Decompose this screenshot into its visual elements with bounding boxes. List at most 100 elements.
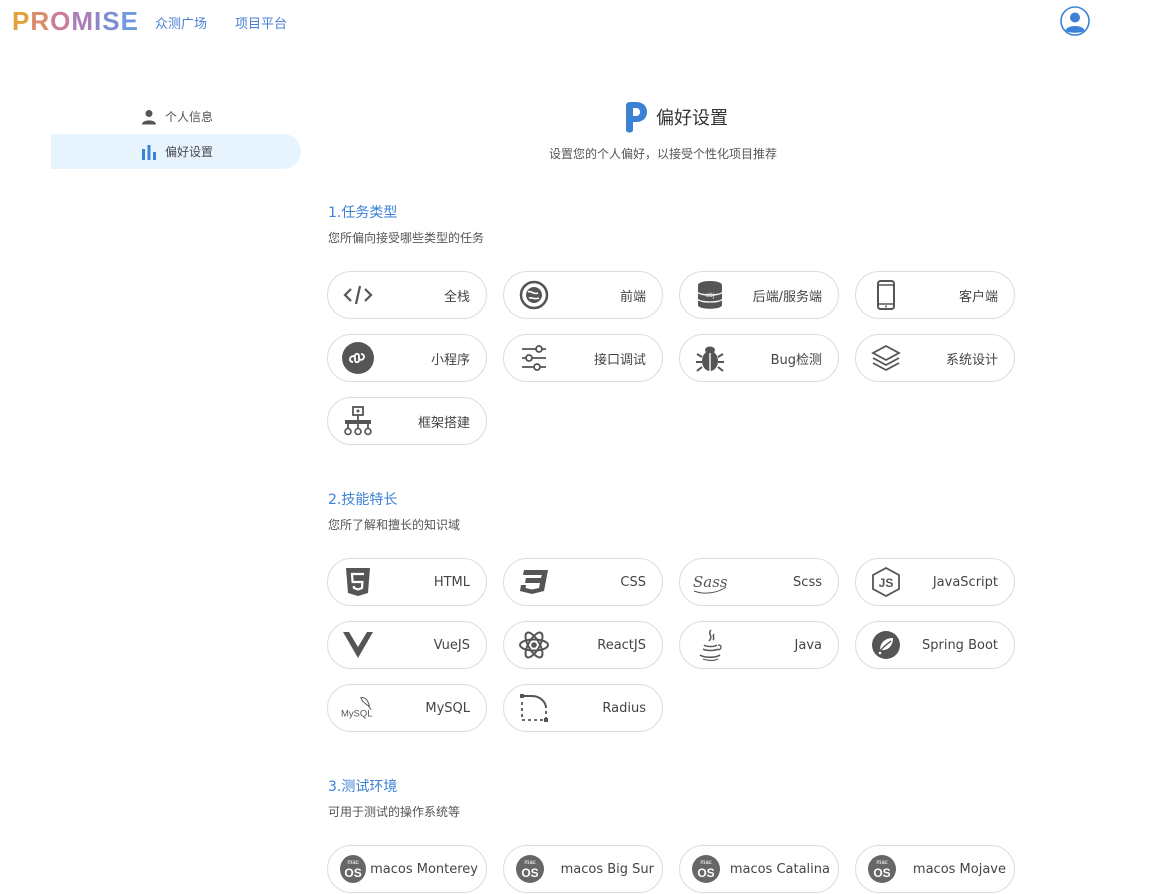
page-title: 偏好设置	[624, 100, 728, 134]
chip-javascript[interactable]: JS JavaScript	[855, 558, 1015, 606]
chip-label: Java	[794, 637, 822, 653]
chip-label: 系统设计	[945, 352, 998, 368]
bar-chart-icon	[140, 143, 158, 161]
logo-letter: S	[102, 6, 121, 36]
mysql-icon: MySQL	[340, 690, 376, 726]
nav-crowdtest-square[interactable]: 众测广场	[155, 13, 207, 32]
chip-label: macos Mojave	[912, 861, 1006, 877]
chip-system-design[interactable]: 系统设计	[855, 334, 1015, 382]
macos-icon: mac OS	[692, 855, 720, 883]
section-desc-test-env: 可用于测试的操作系统等	[328, 805, 461, 819]
page-subtitle: 设置您的个人偏好，以接受个性化项目推荐	[549, 147, 778, 161]
chip-label: CSS	[620, 574, 646, 590]
chip-framework[interactable]: 框架搭建	[327, 397, 487, 445]
chip-label: 框架搭建	[417, 415, 470, 431]
logo-letter: E	[120, 6, 139, 36]
react-icon	[516, 627, 552, 663]
chip-fullstack[interactable]: 全栈	[327, 271, 487, 319]
svg-text:Sass: Sass	[693, 573, 728, 591]
chip-client[interactable]: 客户端	[855, 271, 1015, 319]
sidebar-item-preferences[interactable]: 偏好设置	[51, 134, 301, 169]
person-icon	[140, 108, 158, 126]
sidebar-item-label: 偏好设置	[165, 145, 214, 159]
layers-icon	[868, 340, 904, 376]
section-title-task-type: 1.任务类型	[328, 205, 398, 221]
svg-text:MySQL: MySQL	[341, 709, 373, 720]
logo-letter: I	[94, 6, 103, 36]
p-brand-icon	[624, 101, 648, 133]
chip-mini-program[interactable]: 小程序	[327, 334, 487, 382]
chip-spring-boot[interactable]: Spring Boot	[855, 621, 1015, 669]
macos-icon: mac OS	[516, 855, 544, 883]
user-avatar-icon[interactable]	[1060, 6, 1090, 36]
logo-letter: M	[71, 6, 95, 36]
nav-project-platform[interactable]: 项目平台	[235, 13, 287, 32]
macos-icon: mac OS	[868, 855, 896, 883]
section-desc-skills: 您所了解和擅长的知识域	[328, 518, 461, 532]
chip-label: Radius	[602, 700, 646, 716]
radius-icon	[516, 690, 552, 726]
section-desc-task-type: 您所偏向接受哪些类型的任务	[328, 231, 485, 245]
chip-label: Bug检测	[770, 352, 822, 368]
sliders-icon	[516, 340, 552, 376]
chip-scss[interactable]: Sass Scss	[679, 558, 839, 606]
chip-label: ReactJS	[597, 637, 646, 653]
promise-logo[interactable]: PROMISE	[12, 6, 139, 36]
chip-label: VueJS	[433, 637, 470, 653]
logo-letter: P	[12, 6, 31, 36]
mini-program-icon	[340, 340, 376, 376]
logo-letter: O	[50, 6, 72, 36]
bug-icon	[692, 340, 728, 376]
chip-java[interactable]: Java	[679, 621, 839, 669]
html5-icon	[340, 564, 376, 600]
page-title-text: 偏好设置	[656, 108, 728, 129]
sidebar-item-personal-info[interactable]: 个人信息	[51, 99, 301, 134]
section-title-test-env: 3.测试环境	[328, 779, 398, 795]
section-title-skills: 2.技能特长	[328, 492, 398, 508]
chip-label: macos Catalina	[729, 861, 830, 877]
spring-icon	[868, 627, 904, 663]
macos-icon: mac OS	[340, 855, 367, 883]
globe-icon	[516, 277, 552, 313]
database-icon: obj	[692, 277, 728, 313]
chip-vuejs[interactable]: VueJS	[327, 621, 487, 669]
chip-css[interactable]: CSS	[503, 558, 663, 606]
chip-mysql[interactable]: MySQL MySQL	[327, 684, 487, 732]
chip-label: 接口调试	[593, 352, 646, 368]
chip-label: 前端	[619, 289, 646, 305]
chip-label: 全栈	[443, 289, 470, 305]
chip-label: MySQL	[425, 700, 470, 716]
chip-frontend[interactable]: 前端	[503, 271, 663, 319]
chip-label: JavaScript	[932, 574, 998, 590]
chip-macos-monterey[interactable]: mac OS macos Monterey	[327, 845, 487, 893]
hierarchy-icon	[340, 403, 376, 439]
chip-label: macos Big Sur	[560, 861, 654, 877]
chip-html[interactable]: HTML	[327, 558, 487, 606]
chip-label: macos Monterey	[370, 861, 478, 877]
sass-icon: Sass	[692, 564, 728, 600]
chip-macos-big-sur[interactable]: mac OS macos Big Sur	[503, 845, 663, 893]
vue-icon	[340, 627, 376, 663]
chip-label: Spring Boot	[921, 637, 998, 653]
svg-text:obj: obj	[706, 293, 714, 299]
chip-macos-catalina[interactable]: mac OS macos Catalina	[679, 845, 839, 893]
js-icon: JS	[868, 564, 904, 600]
chip-label: 后端/服务端	[752, 289, 822, 305]
sidebar-item-label: 个人信息	[165, 110, 214, 124]
chip-bug-detection[interactable]: Bug检测	[679, 334, 839, 382]
chip-backend[interactable]: obj 后端/服务端	[679, 271, 839, 319]
chip-radius[interactable]: Radius	[503, 684, 663, 732]
chip-label: 小程序	[430, 352, 470, 368]
code-icon	[340, 277, 376, 313]
mobile-icon	[868, 277, 904, 313]
logo-letter: R	[30, 6, 51, 36]
chip-api-debug[interactable]: 接口调试	[503, 334, 663, 382]
svg-text:JS: JS	[879, 576, 894, 590]
chip-reactjs[interactable]: ReactJS	[503, 621, 663, 669]
chip-label: HTML	[433, 574, 470, 590]
chip-macos-mojave[interactable]: mac OS macos Mojave	[855, 845, 1015, 893]
java-icon	[692, 627, 728, 663]
chip-label: Scss	[793, 574, 822, 590]
chip-label: 客户端	[958, 289, 998, 305]
css3-icon	[516, 564, 552, 600]
